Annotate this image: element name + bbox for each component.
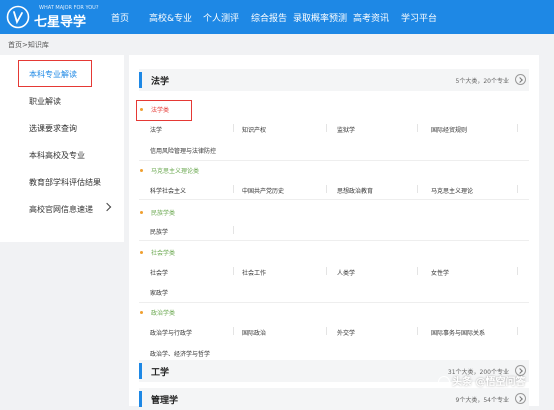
major-link[interactable]: 女性学 <box>431 268 449 277</box>
sidebar-item-colleges-majors[interactable]: 本科高校及专业 <box>29 150 85 161</box>
column-separator <box>517 327 518 335</box>
column-separator <box>417 185 418 193</box>
major-link[interactable]: 民族学 <box>150 227 168 236</box>
category-accent-bar <box>139 363 142 379</box>
category-count: 5个大类，20个专业 <box>455 78 509 85</box>
major-link[interactable]: 家政学 <box>150 288 168 297</box>
logo-text: 七星导学 <box>34 15 87 30</box>
major-link[interactable]: 信用风险管理与法律防控 <box>150 146 216 155</box>
category-accent-bar <box>139 72 142 88</box>
bullet-dot-icon <box>140 251 143 254</box>
column-separator <box>517 267 518 275</box>
column-separator <box>517 124 518 132</box>
category-header-management[interactable]: 管理学 9个大类，54个专业 <box>139 388 529 410</box>
logo[interactable]: WHAT MAJOR FOR YOU? 七星导学 <box>6 4 106 30</box>
major-link[interactable]: 思想政治教育 <box>337 186 373 195</box>
column-separator <box>233 226 234 234</box>
category-title: 管理学 <box>151 396 179 406</box>
bullet-dot-icon <box>140 169 143 172</box>
logo-mark-icon <box>6 5 30 29</box>
category-header-law[interactable]: 法学 5个大类，20个专业 <box>139 69 529 91</box>
major-link[interactable]: 政治学与行政学 <box>150 328 192 337</box>
major-link[interactable]: 国际政治 <box>242 328 266 337</box>
watermark: 头条 @悟空问答 <box>438 373 550 389</box>
sidebar-item-discipline-evaluation[interactable]: 教育部学科评估结果 <box>29 177 101 188</box>
nav-gaokao-news[interactable]: 高考资讯 <box>353 11 389 24</box>
major-link[interactable]: 马克思主义理论 <box>431 186 473 195</box>
major-link[interactable]: 科学社会主义 <box>150 186 186 195</box>
top-nav-bar: WHAT MAJOR FOR YOU? 七星导学 首页 高校&专业 个人测评 综… <box>0 0 554 34</box>
section-divider <box>139 240 529 241</box>
sidebar-item-official-site-news[interactable]: 高校官网信息速递 <box>29 204 93 215</box>
nav-colleges-majors[interactable]: 高校&专业 <box>149 11 192 24</box>
sidebar-item-career-interpretation[interactable]: 职业解读 <box>29 96 61 107</box>
major-link[interactable]: 外交学 <box>337 328 355 337</box>
subcategory-label: 民族学类 <box>151 210 176 217</box>
major-link[interactable]: 人类学 <box>337 268 355 277</box>
column-separator <box>417 267 418 275</box>
chevron-right-circle-icon[interactable] <box>515 74 526 85</box>
chevron-right-circle-icon[interactable] <box>515 393 526 404</box>
section-divider <box>139 160 529 161</box>
major-link[interactable]: 中国共产党历史 <box>242 186 284 195</box>
category-title: 法学 <box>151 77 170 87</box>
category-count: 9个大类，54个专业 <box>455 397 509 404</box>
subcategory-label: 马克思主义理论类 <box>151 168 200 175</box>
highlight-box-subcategory <box>136 100 192 121</box>
column-separator <box>233 267 234 275</box>
major-link[interactable]: 社会工作 <box>242 268 266 277</box>
column-separator <box>233 124 234 132</box>
subcategory-label: 社会学类 <box>151 250 176 257</box>
column-separator <box>233 327 234 335</box>
bullet-dot-icon <box>140 311 143 314</box>
major-link[interactable]: 政治学、经济学与哲学 <box>150 349 210 358</box>
nav-learning-platform[interactable]: 学习平台 <box>401 11 437 24</box>
column-separator <box>326 267 327 275</box>
column-separator <box>417 327 418 335</box>
nav-admission-prediction[interactable]: 录取概率预测 <box>293 11 347 24</box>
section-divider <box>139 302 529 303</box>
category-title: 工学 <box>151 368 170 378</box>
major-link[interactable]: 监狱学 <box>337 125 355 134</box>
major-link[interactable]: 国际事务与国际关系 <box>431 328 485 337</box>
category-accent-bar <box>139 391 142 407</box>
column-separator <box>517 185 518 193</box>
highlight-box-sidebar <box>18 60 92 87</box>
nav-home[interactable]: 首页 <box>111 11 129 24</box>
watermark-text: 头条 @悟空问答 <box>452 377 526 388</box>
subcategory-label: 政治学类 <box>151 310 176 317</box>
breadcrumb[interactable]: 首页>知识库 <box>8 40 49 50</box>
column-separator <box>233 185 234 193</box>
column-separator <box>326 185 327 193</box>
column-separator <box>417 124 418 132</box>
nav-personal-assessment[interactable]: 个人测评 <box>203 11 239 24</box>
column-separator <box>326 327 327 335</box>
column-separator <box>326 124 327 132</box>
major-link[interactable]: 国际经贸规则 <box>431 125 467 134</box>
chevron-right-icon[interactable] <box>102 202 112 212</box>
major-link[interactable]: 法学 <box>150 125 162 134</box>
section-divider <box>139 199 529 200</box>
major-link[interactable]: 知识产权 <box>242 125 266 134</box>
bullet-dot-icon <box>140 211 143 214</box>
nav-comprehensive-report[interactable]: 综合报告 <box>251 11 287 24</box>
sidebar-item-course-requirements[interactable]: 选课要求查询 <box>29 123 77 134</box>
watermark-logo-icon <box>438 376 450 388</box>
major-link[interactable]: 社会学 <box>150 268 168 277</box>
